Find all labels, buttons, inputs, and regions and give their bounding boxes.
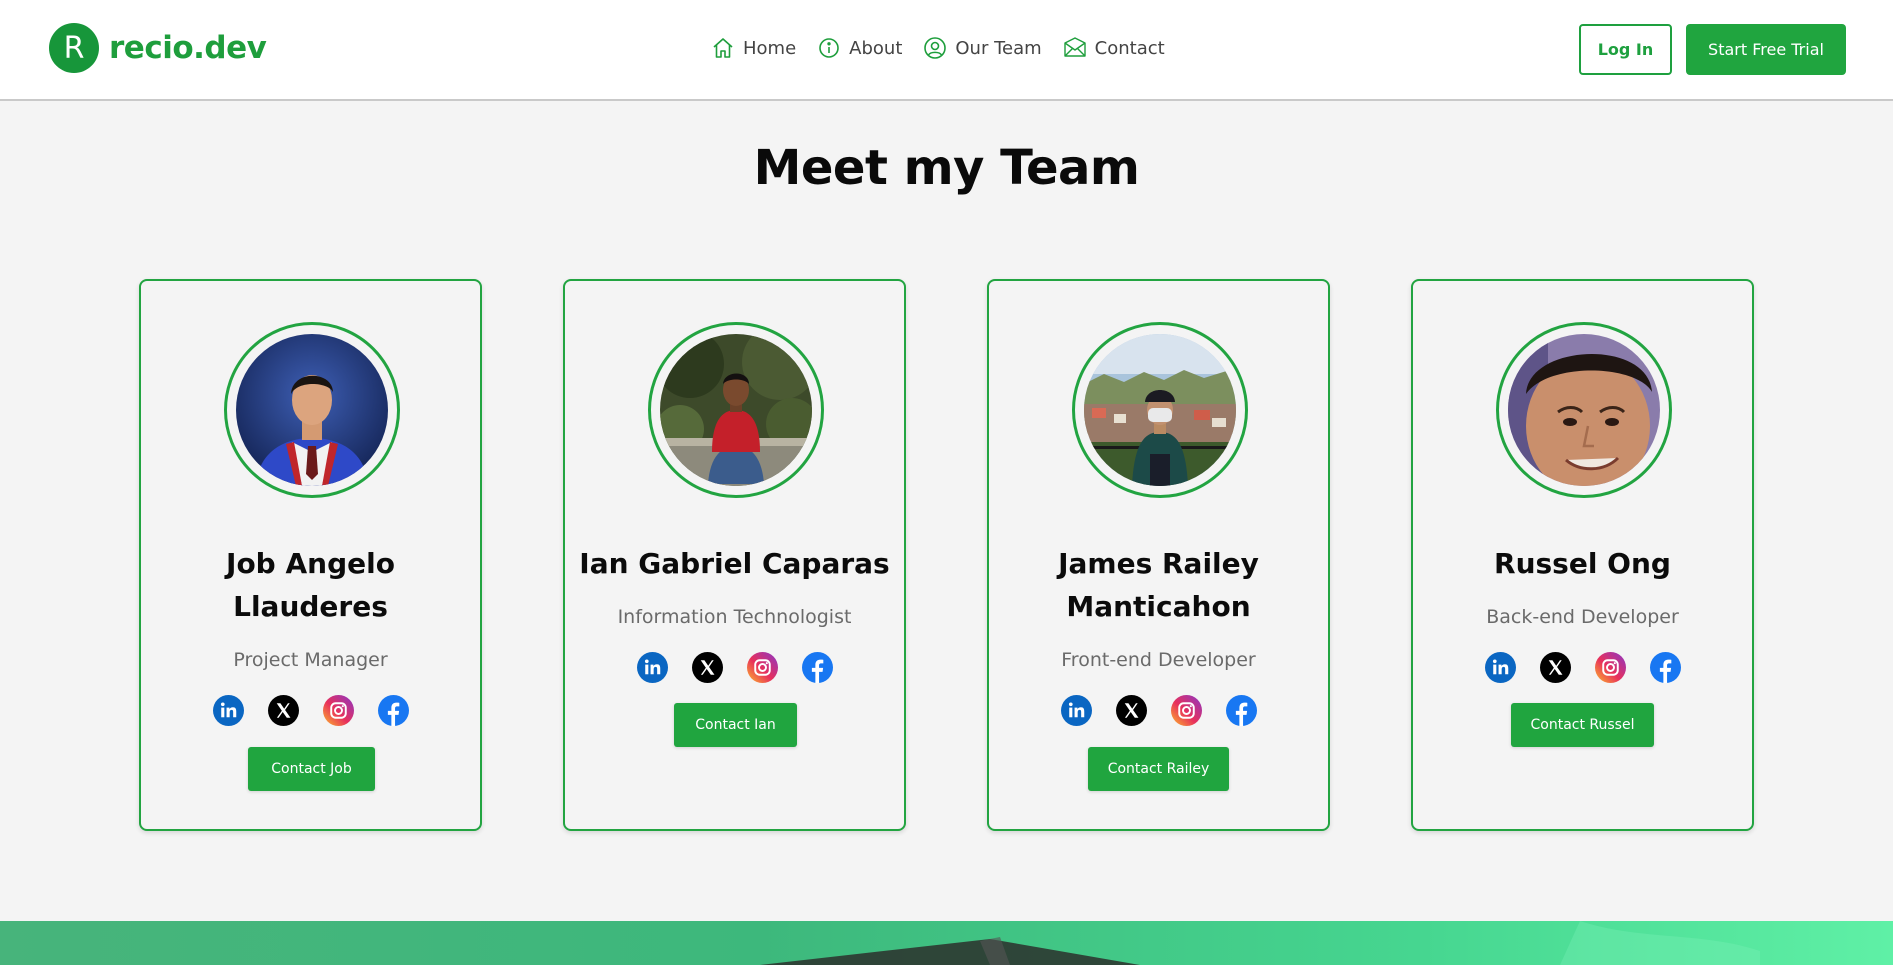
brand-name: recio.dev (109, 30, 267, 66)
member-name: Ian Gabriel Caparas (579, 547, 890, 580)
avatar (1084, 334, 1236, 486)
team-card: Job Angelo Llauderes Project Manager Con… (139, 279, 482, 831)
avatar (660, 334, 812, 486)
avatar-ring (224, 322, 400, 498)
member-role: Project Manager (233, 649, 388, 671)
instagram-icon[interactable] (1594, 652, 1626, 683)
social-links (989, 695, 1328, 726)
facebook-icon[interactable] (1649, 652, 1681, 683)
contact-button[interactable]: Contact Railey (1088, 747, 1229, 791)
contact-button[interactable]: Contact Job (248, 747, 375, 791)
team-card: Russel Ong Back-end Developer Contact Ru… (1411, 279, 1754, 831)
nav-label: Our Team (955, 37, 1042, 59)
user-circle-icon (924, 37, 947, 59)
member-name: Job Angelo Llauderes (226, 547, 395, 623)
team-card: James Railey Manticahon Front-end Develo… (987, 279, 1330, 831)
x-icon[interactable] (1115, 695, 1147, 726)
social-links (565, 652, 904, 683)
x-icon[interactable] (1539, 652, 1571, 683)
nav-label: Home (743, 37, 797, 59)
member-role: Front-end Developer (1061, 649, 1256, 671)
envelope-icon (1063, 37, 1086, 57)
avatar-ring (648, 322, 824, 498)
linkedin-icon[interactable] (636, 652, 668, 683)
member-role: Back-end Developer (1486, 606, 1679, 628)
social-links (141, 695, 480, 726)
avatar-photo (236, 334, 388, 486)
section-title: Meet my Team (753, 140, 1140, 196)
brand-logo-mark: R (49, 23, 99, 73)
instagram-icon[interactable] (746, 652, 778, 683)
avatar (236, 334, 388, 486)
facebook-icon[interactable] (801, 652, 833, 683)
facebook-icon[interactable] (377, 695, 409, 726)
nav-item-about[interactable]: About (817, 36, 902, 60)
nav-item-contact[interactable]: Contact (1063, 36, 1165, 60)
facebook-icon[interactable] (1225, 695, 1257, 726)
banner-graphic (760, 921, 1760, 965)
avatar (1508, 334, 1660, 486)
login-button[interactable]: Log In (1579, 24, 1672, 75)
home-icon (713, 38, 733, 58)
member-name: James Railey Manticahon (1058, 547, 1259, 623)
linkedin-icon[interactable] (1060, 695, 1092, 726)
member-name: Russel Ong (1494, 547, 1671, 580)
avatar-ring (1072, 322, 1248, 498)
nav-label: Contact (1094, 37, 1165, 59)
avatar-photo (660, 334, 812, 486)
nav-item-home[interactable]: Home (711, 36, 796, 60)
contact-button[interactable]: Contact Ian (674, 703, 797, 747)
info-icon (819, 38, 839, 58)
avatar-ring (1496, 322, 1672, 498)
next-section-banner (0, 921, 1893, 965)
linkedin-icon[interactable] (212, 695, 244, 726)
brand-logo[interactable]: R recio.dev (49, 23, 267, 73)
linkedin-icon[interactable] (1484, 652, 1516, 683)
instagram-icon[interactable] (322, 695, 354, 726)
avatar-photo (1084, 334, 1236, 486)
x-icon[interactable] (691, 652, 723, 683)
avatar-photo (1508, 334, 1660, 486)
main-nav: Home About Our Team Contact (711, 36, 1186, 60)
team-card: Ian Gabriel Caparas Information Technolo… (563, 279, 906, 831)
contact-button[interactable]: Contact Russel (1511, 703, 1654, 747)
site-header: R recio.dev Home About Our Team Contact … (0, 0, 1893, 101)
nav-item-our-team[interactable]: Our Team (923, 36, 1042, 60)
start-trial-button[interactable]: Start Free Trial (1686, 24, 1846, 75)
social-links (1413, 652, 1752, 683)
x-icon[interactable] (267, 695, 299, 726)
nav-label: About (849, 37, 903, 59)
member-role: Information Technologist (617, 606, 852, 628)
instagram-icon[interactable] (1170, 695, 1202, 726)
